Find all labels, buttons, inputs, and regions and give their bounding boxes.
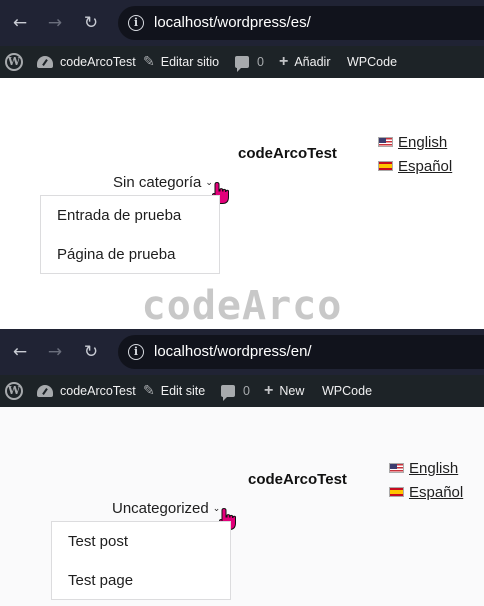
admin-site-name: codeArcoTest [60,55,136,69]
back-arrow-icon[interactable]: ← [8,338,32,366]
spain-flag-icon [378,161,393,171]
new-content-link[interactable]: + New [264,375,304,407]
comments-link[interactable]: 0 [235,46,264,78]
submenu-item[interactable]: Test page [52,561,230,600]
gauge-icon [37,385,53,397]
wp-admin-bar: W codeArcoTest ✎ Edit site 0 + New WPCod… [0,375,484,407]
edit-site-link[interactable]: ✎ Editar sitio [143,46,219,78]
comments-link[interactable]: 0 [221,375,250,407]
wpcode-link[interactable]: WPCode [322,375,372,407]
brush-icon: ✎ [143,54,155,70]
url-text[interactable]: localhost/wordpress/en/ [154,343,312,360]
reload-icon[interactable]: ↻ [79,9,103,37]
plus-icon: + [279,53,289,70]
language-item-english[interactable]: English [378,130,452,154]
wordpress-logo-icon: W [5,53,23,71]
comment-bubble-icon [221,385,235,401]
spain-flag-icon [389,487,404,497]
edit-site-link[interactable]: ✎ Edit site [143,375,205,407]
admin-site-name-link[interactable]: codeArcoTest [37,46,136,78]
language-item-spanish[interactable]: Español [378,154,452,178]
plus-icon: + [264,382,274,399]
new-content-label: New [279,384,305,398]
forward-arrow-icon[interactable]: → [43,9,67,37]
wp-logo-button[interactable]: W [5,46,23,78]
admin-site-name-link[interactable]: codeArcoTest [37,375,136,407]
us-flag-icon [378,137,393,147]
wp-admin-bar: W codeArcoTest ✎ Editar sitio 0 + Añadir… [0,46,484,78]
comment-bubble-icon [235,56,249,72]
screen-en: ← → ↻ i localhost/wordpress/en/ W codeAr… [0,329,484,606]
new-content-label: Añadir [294,55,331,69]
language-link[interactable]: Español [409,484,463,501]
language-switcher: English Español [378,130,452,178]
site-title[interactable]: codeArcoTest [238,145,337,162]
edit-site-label: Editar sitio [160,55,220,69]
wordpress-logo-icon: W [5,382,23,400]
category-label: Sin categoría [113,174,202,191]
browser-toolbar: ← → ↻ i localhost/wordpress/es/ [0,0,484,46]
browser-toolbar: ← → ↻ i localhost/wordpress/en/ [0,329,484,375]
wp-logo-button[interactable]: W [5,375,23,407]
comments-count: 0 [243,384,250,398]
submenu-item[interactable]: Test post [52,522,230,561]
address-bar[interactable]: i localhost/wordpress/es/ [118,6,484,40]
submenu-item[interactable]: Página de prueba [41,235,219,274]
edit-site-label: Edit site [160,384,206,398]
comments-count: 0 [257,55,264,69]
forward-arrow-icon[interactable]: → [43,338,67,366]
submenu-dropdown: Entrada de prueba Página de prueba [40,195,220,274]
back-arrow-icon[interactable]: ← [8,9,32,37]
language-item-english[interactable]: English [389,456,463,480]
submenu-item[interactable]: Entrada de prueba [41,196,219,235]
reload-icon[interactable]: ↻ [79,338,103,366]
info-icon[interactable]: i [128,344,144,360]
wpcode-label: WPCode [347,55,398,69]
brush-icon: ✎ [143,383,155,399]
category-menu-item[interactable]: Uncategorized ⌄ [112,500,220,517]
screen-es: ← → ↻ i localhost/wordpress/es/ W codeAr… [0,0,484,290]
watermark: codeArco [0,286,484,329]
info-icon[interactable]: i [128,15,144,31]
language-switcher: English Español [389,456,463,504]
address-bar[interactable]: i localhost/wordpress/en/ [118,335,484,369]
language-link[interactable]: Español [398,158,452,175]
language-link[interactable]: English [409,460,458,477]
language-link[interactable]: English [398,134,447,151]
category-menu-item[interactable]: Sin categoría ⌄ [113,174,213,191]
submenu-dropdown: Test post Test page [51,521,231,600]
admin-site-name: codeArcoTest [60,384,136,398]
wpcode-label: WPCode [322,384,373,398]
site-title[interactable]: codeArcoTest [248,471,347,488]
language-item-spanish[interactable]: Español [389,480,463,504]
wpcode-link[interactable]: WPCode [347,46,397,78]
gauge-icon [37,56,53,68]
category-label: Uncategorized [112,500,209,517]
new-content-link[interactable]: + Añadir [279,46,330,78]
us-flag-icon [389,463,404,473]
url-text[interactable]: localhost/wordpress/es/ [154,14,311,31]
